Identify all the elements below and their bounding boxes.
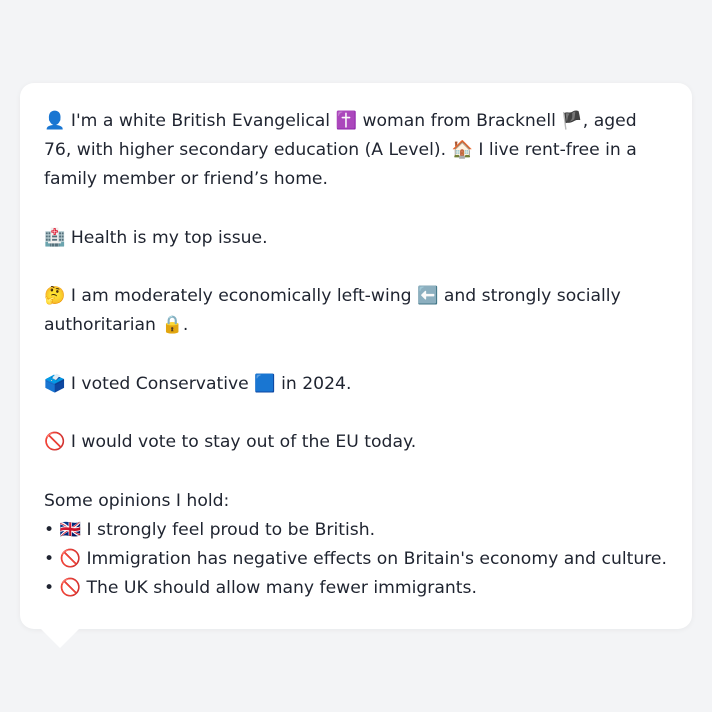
list-item: • 🚫 Immigration has negative effects on … [44, 545, 668, 574]
politics-text-3: . [182, 315, 189, 336]
health-text: Health is my top issue. [70, 227, 268, 248]
lock-icon: 🔒 [161, 315, 183, 336]
england-flag-icon: 🏴 [561, 111, 583, 131]
bubble-tail [40, 628, 80, 648]
politics-paragraph: 🤔 I am moderately economically left-wing… [44, 282, 668, 340]
persona-message-bubble: 👤 I'm a white British Evangelical ✝️ wom… [20, 83, 692, 629]
uk-flag-icon: 🇬🇧 [59, 519, 82, 540]
bullet: • [44, 548, 55, 569]
prohibited-icon: 🚫 [44, 432, 66, 453]
ballot-box-icon: 🗳️ [44, 373, 66, 394]
left-arrow-icon: ⬅️ [417, 286, 439, 307]
intro-text-1: I'm a white British Evangelical [70, 111, 331, 131]
opinions-heading: Some opinions I hold: [44, 490, 230, 511]
bullet: • [44, 578, 55, 599]
blue-square-icon: 🟦 [254, 373, 276, 394]
list-item: • 🚫 The UK should allow many fewer immig… [44, 574, 668, 603]
house-icon: 🏠 [451, 140, 473, 161]
health-paragraph: 🏥 Health is my top issue. [44, 224, 668, 253]
politics-text-1: I am moderately economically left-wing [70, 286, 412, 307]
intro-paragraph: 👤 I'm a white British Evangelical ✝️ wom… [44, 107, 668, 195]
intro-text-2: woman from Bracknell [362, 111, 556, 131]
vote-text-2: in 2024. [281, 373, 352, 394]
eu-paragraph: 🚫 I would vote to stay out of the EU tod… [44, 428, 668, 457]
list-item: • 🇬🇧 I strongly feel proud to be British… [44, 516, 668, 545]
opinion-text: Immigration has negative effects on Brit… [86, 548, 667, 569]
bullet: • [44, 519, 55, 540]
prohibited-icon: 🚫 [59, 578, 82, 599]
vote-text-1: I voted Conservative [70, 373, 249, 394]
prohibited-icon: 🚫 [59, 548, 82, 569]
opinion-text: The UK should allow many fewer immigrant… [86, 578, 477, 599]
cross-icon: ✝️ [335, 111, 357, 131]
person-icon: 👤 [44, 111, 66, 131]
eu-text: I would vote to stay out of the EU today… [70, 432, 417, 453]
thinking-face-icon: 🤔 [44, 286, 66, 307]
opinion-text: I strongly feel proud to be British. [86, 519, 376, 540]
hospital-icon: 🏥 [44, 227, 66, 248]
vote-paragraph: 🗳️ I voted Conservative 🟦 in 2024. [44, 370, 668, 399]
opinions-list: • 🇬🇧 I strongly feel proud to be British… [44, 516, 668, 604]
